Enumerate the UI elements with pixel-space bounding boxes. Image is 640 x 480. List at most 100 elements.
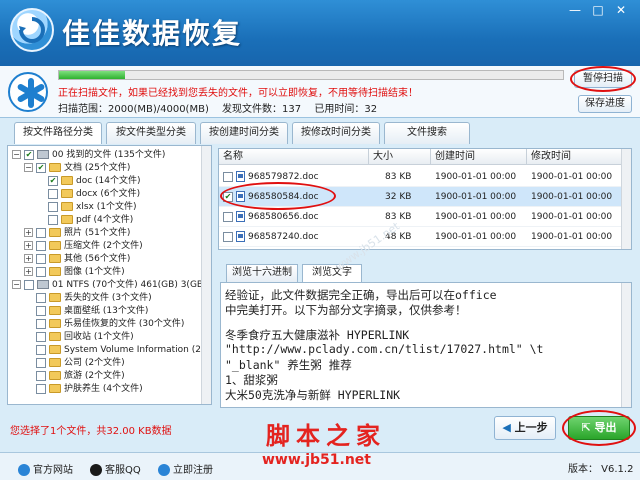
checkbox[interactable] (36, 331, 46, 342)
doc-file-icon (236, 171, 245, 182)
checkbox[interactable] (36, 344, 46, 355)
checkbox[interactable] (48, 188, 58, 199)
scan-panel: 正在扫描文件，如果已经找到您丢失的文件，可以立即恢复，不用等待扫描结束！ 扫描范… (0, 66, 640, 118)
table-row[interactable]: 968587240.doc 48 KB 1900-01-01 00:00 190… (219, 227, 623, 247)
scan-range-label: 扫描范围：2000(MB)/4000(MB) (58, 104, 209, 115)
column-header-created[interactable]: 创建时间 (431, 149, 527, 165)
expand-icon[interactable]: + (24, 267, 33, 276)
checkbox[interactable] (36, 240, 46, 251)
watermark-url: www.jb51.net (262, 452, 371, 468)
preview-line: 1、甜浆粥 (225, 373, 278, 387)
version-label: 版本： V6.1.2 (568, 464, 634, 475)
checkbox[interactable]: ✔ (36, 162, 46, 173)
checkbox[interactable] (48, 214, 58, 225)
tree-item[interactable]: docx (6个文件) (48, 188, 140, 200)
collapse-icon[interactable]: − (12, 280, 21, 289)
watermark-site-name: 脚本之家 (266, 421, 386, 450)
tree-item[interactable]: − ✔ 00 找到的文件 (135个文件) (12, 149, 165, 161)
doc-file-icon (236, 211, 245, 222)
selection-info: 您选择了1个文件，共32.00 KB数据 (10, 426, 172, 437)
folder-icon (49, 163, 61, 172)
column-header-modified[interactable]: 修改时间 (527, 149, 623, 165)
preview-line: "_blank" 养生粥 推荐 (225, 358, 352, 372)
maximize-button[interactable]: □ (587, 3, 609, 19)
checkbox[interactable] (36, 370, 46, 381)
folder-icon (49, 228, 61, 237)
tab-file-search[interactable]: 文件搜索 (384, 122, 470, 144)
checkbox[interactable] (36, 357, 46, 368)
checkbox[interactable] (48, 201, 58, 212)
tree-item[interactable]: −01 NTFS (70个文件) 461(GB) 3(GB) (12, 279, 207, 291)
folder-icon (49, 345, 61, 354)
tree-item[interactable]: 丢失的文件 (3个文件) (36, 292, 152, 304)
minimize-button[interactable]: — (564, 3, 586, 19)
highlight-ring (570, 66, 636, 92)
tab-by-created[interactable]: 按创建时间分类 (200, 122, 288, 144)
checkbox[interactable]: ✔ (48, 175, 58, 186)
tree-item[interactable]: 桌面壁纸 (13个文件) (36, 305, 148, 317)
expand-icon[interactable]: + (24, 254, 33, 263)
collapse-icon[interactable]: − (12, 150, 21, 159)
checkbox[interactable] (223, 211, 233, 222)
drive-icon (37, 150, 49, 159)
tree-item[interactable]: + 图像 (1个文件) (24, 266, 125, 278)
close-button[interactable]: ✕ (610, 3, 632, 19)
register-link[interactable]: 立即注册 (158, 461, 213, 476)
checkbox[interactable] (223, 171, 233, 182)
tab-hex-preview[interactable]: 浏览十六进制 (226, 264, 298, 282)
tree-item[interactable]: + 压缩文件 (2个文件) (24, 240, 143, 252)
checkbox[interactable] (24, 279, 34, 290)
tree-item[interactable]: 公司 (2个文件) (36, 357, 125, 369)
checkbox[interactable]: ✔ (24, 149, 34, 160)
table-scrollbar[interactable] (621, 149, 631, 249)
ie-icon (18, 464, 30, 476)
tab-text-preview[interactable]: 浏览文字 (302, 264, 362, 282)
folder-icon (61, 189, 73, 198)
tab-by-path[interactable]: 按文件路径分类 (14, 122, 102, 144)
tab-by-modified[interactable]: 按修改时间分类 (292, 122, 380, 144)
tree-item[interactable]: 回收站 (1个文件) (36, 331, 134, 343)
column-header-name[interactable]: 名称 (219, 149, 369, 165)
checkbox[interactable] (36, 383, 46, 394)
scan-spinner-icon (8, 72, 48, 112)
table-row[interactable]: 968580656.doc 83 KB 1900-01-01 00:00 190… (219, 207, 623, 227)
official-site-link[interactable]: 官方网站 (18, 461, 73, 476)
tree-item[interactable]: pdf (4个文件) (48, 214, 133, 226)
save-progress-button[interactable]: 保存进度 (578, 95, 632, 113)
checkbox[interactable] (36, 305, 46, 316)
column-header-size[interactable]: 大小 (369, 149, 431, 165)
title-bar: 佳佳数据恢复 — □ ✕ (0, 0, 640, 66)
tree-scrollbar[interactable] (201, 146, 211, 404)
tree-item[interactable]: xlsx (1个文件) (48, 201, 136, 213)
checkbox[interactable] (36, 253, 46, 264)
qq-icon (90, 464, 102, 476)
expand-icon[interactable]: + (24, 241, 33, 250)
collapse-icon[interactable]: − (24, 163, 33, 172)
elapsed-time-label: 已用时间：32 (314, 104, 378, 115)
tree-item[interactable]: + 其他 (56个文件) (24, 253, 130, 265)
tree-item[interactable]: ✔ doc (14个文件) (48, 175, 141, 187)
previous-step-button[interactable]: ◀ 上一步 (494, 416, 556, 440)
folder-icon (61, 215, 73, 224)
expand-icon[interactable]: + (24, 228, 33, 237)
tree-item[interactable]: − ✔ 文档 (25个文件) (24, 162, 130, 174)
folder-icon (49, 371, 61, 380)
support-qq-link[interactable]: 客服QQ (90, 461, 141, 476)
checkbox[interactable] (36, 266, 46, 277)
checkbox[interactable] (223, 231, 233, 242)
tree-item[interactable]: System Volume Information (2个文件) (36, 344, 211, 356)
folder-icon (49, 267, 61, 276)
preview-scrollbar[interactable] (621, 283, 631, 407)
checkbox[interactable] (36, 227, 46, 238)
tree-item[interactable]: 旅游 (2个文件) (36, 370, 125, 382)
scan-progress-bar (58, 70, 564, 80)
tab-by-type[interactable]: 按文件类型分类 (106, 122, 196, 144)
checkbox[interactable] (36, 292, 46, 303)
checkbox[interactable] (36, 318, 46, 329)
tree-item[interactable]: 乐易佳恢复的文件 (30个文件) (36, 318, 184, 330)
app-logo-icon (10, 8, 54, 52)
preview-line: 中完美打开。以下为部分文字摘录，仅供参考！ (225, 303, 467, 317)
tree-item[interactable]: + 照片 (51个文件) (24, 227, 130, 239)
preview-line: 经验证，此文件数据完全正确，导出后可以在office (225, 288, 497, 302)
tree-item[interactable]: 护肤养生 (4个文件) (36, 383, 143, 395)
